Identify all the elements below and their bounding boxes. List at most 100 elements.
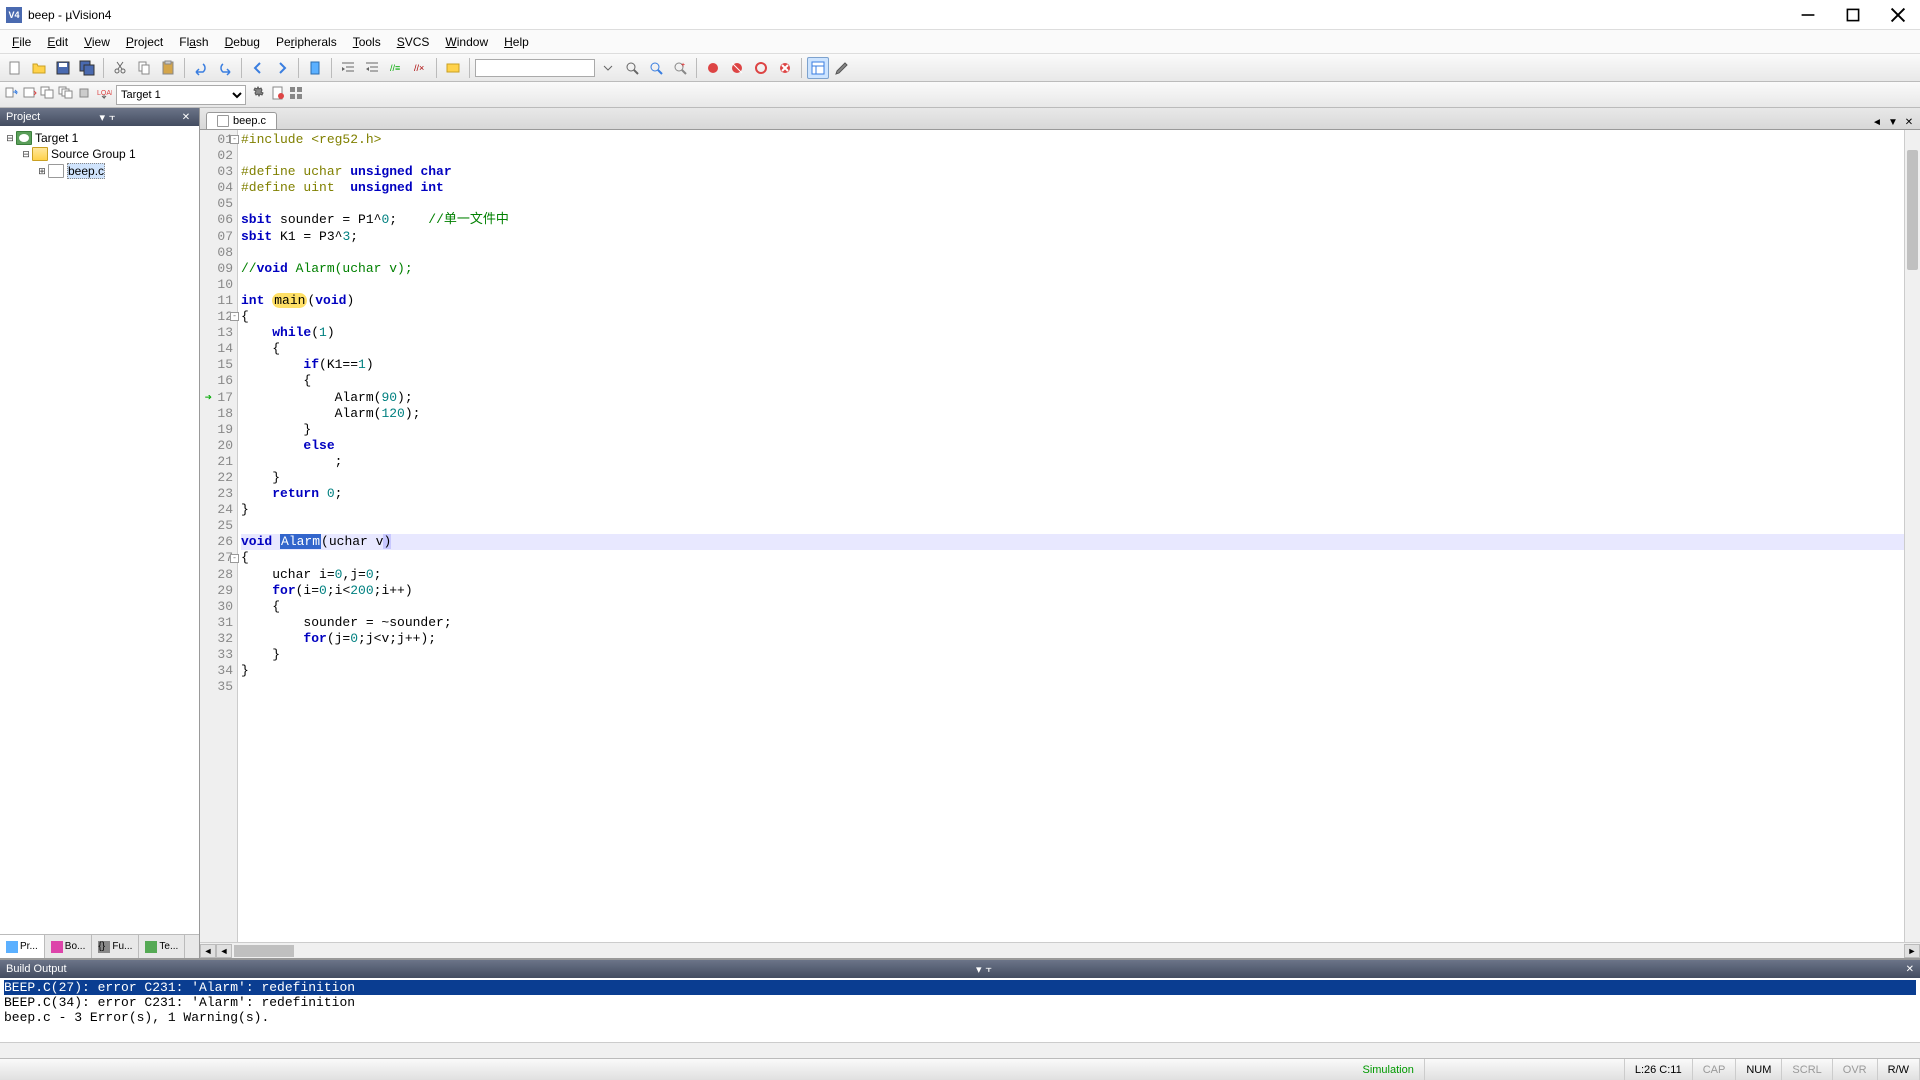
toolbar-build: LOAD Target 1: [0, 82, 1920, 108]
titlebar: V4 beep - µVision4: [0, 0, 1920, 30]
target-select[interactable]: Target 1: [116, 85, 246, 105]
project-tab-project[interactable]: Pr...: [0, 935, 45, 958]
translate-button[interactable]: [4, 85, 20, 104]
menu-peripherals[interactable]: Peripherals: [268, 32, 345, 52]
scroll-right-button[interactable]: ►: [1904, 944, 1920, 958]
rebuild-button[interactable]: [40, 85, 56, 104]
uncomment-button[interactable]: //×: [409, 57, 431, 79]
file-icon: [217, 115, 229, 127]
build-output-close-button[interactable]: ✕: [1906, 964, 1914, 975]
menu-file[interactable]: File: [4, 32, 39, 52]
comment-button[interactable]: //≡: [385, 57, 407, 79]
file-extensions-button[interactable]: [270, 85, 286, 104]
redo-button[interactable]: [214, 57, 236, 79]
build-button[interactable]: [22, 85, 38, 104]
menu-svcs[interactable]: SVCS: [389, 32, 438, 52]
editor-tabs: beep.c ◄ ▼ ✕: [200, 108, 1920, 130]
breakpoint-insert-button[interactable]: [726, 57, 748, 79]
manage-components-button[interactable]: [288, 85, 304, 104]
toolbar-main: //≡ //× +: [0, 54, 1920, 82]
tree-target-label: Target 1: [35, 131, 78, 145]
tree-group-node[interactable]: ⊟ Source Group 1: [20, 146, 195, 162]
stop-build-button[interactable]: [76, 85, 92, 104]
menu-flash[interactable]: Flash: [171, 32, 216, 52]
find-in-files-button[interactable]: [645, 57, 667, 79]
tree-target-node[interactable]: ⊟ Target 1: [4, 130, 195, 146]
file-icon: [48, 164, 64, 178]
status-cursor-pos: L:26 C:11: [1625, 1059, 1693, 1080]
find-dropdown[interactable]: [597, 57, 619, 79]
project-tab-templates[interactable]: Te...: [139, 935, 185, 958]
svg-text:+: +: [681, 62, 685, 69]
project-tab-books[interactable]: Bo...: [45, 935, 93, 958]
maximize-button[interactable]: [1830, 0, 1875, 30]
editor-scrollbar-h[interactable]: ◄ ◄ ►: [200, 942, 1920, 958]
svg-text://≡: //≡: [390, 63, 400, 73]
tree-toggle-icon[interactable]: ⊞: [36, 166, 48, 177]
incremental-find-button[interactable]: +: [669, 57, 691, 79]
build-output-title: Build Output: [6, 963, 67, 975]
editor-tab-label: beep.c: [233, 115, 266, 127]
status-ovr: OVR: [1833, 1059, 1878, 1080]
indent-button[interactable]: [337, 57, 359, 79]
editor-gutter: 0102030405060708091011121314151617181920…: [200, 130, 238, 942]
status-scrl: SCRL: [1782, 1059, 1832, 1080]
breakpoint-enable-button[interactable]: [750, 57, 772, 79]
menu-tools[interactable]: Tools: [345, 32, 389, 52]
find-next-button[interactable]: [621, 57, 643, 79]
menu-window[interactable]: Window: [437, 32, 496, 52]
editor-code[interactable]: #include <reg52.h>#define uchar unsigned…: [238, 130, 1920, 942]
project-panel: Project ▾ ⫟ ✕ ⊟ Target 1 ⊟ Source Group …: [0, 108, 200, 958]
menu-debug[interactable]: Debug: [217, 32, 268, 52]
editor-tab-prev-button[interactable]: ◄: [1870, 115, 1884, 129]
minimize-button[interactable]: [1785, 0, 1830, 30]
close-button[interactable]: [1875, 0, 1920, 30]
copy-button[interactable]: [133, 57, 155, 79]
open-file-button[interactable]: [28, 57, 50, 79]
debug-start-button[interactable]: [702, 57, 724, 79]
scroll-left-button[interactable]: ◄: [200, 944, 216, 958]
project-panel-pin-icon[interactable]: ⫟: [109, 111, 116, 124]
back-button[interactable]: [247, 57, 269, 79]
build-output-scrollbar[interactable]: [0, 1042, 1920, 1058]
save-button[interactable]: [52, 57, 74, 79]
editor-body[interactable]: 0102030405060708091011121314151617181920…: [200, 130, 1920, 942]
download-button[interactable]: LOAD: [96, 85, 112, 104]
build-output-body[interactable]: BEEP.C(27): error C231: 'Alarm': redefin…: [0, 978, 1920, 1042]
menu-help[interactable]: Help: [496, 32, 537, 52]
batch-build-button[interactable]: [58, 85, 74, 104]
scroll-left2-button[interactable]: ◄: [216, 944, 232, 958]
project-panel-dropdown-icon[interactable]: ▾: [100, 111, 106, 124]
tree-toggle-icon[interactable]: ⊟: [4, 133, 16, 144]
build-output-pin-icon[interactable]: ⫟: [986, 963, 993, 976]
tree-group-label: Source Group 1: [51, 147, 136, 161]
editor-tab-close-button[interactable]: ✕: [1902, 115, 1916, 129]
editor-tab-beepc[interactable]: beep.c: [206, 112, 277, 129]
build-output-dropdown-icon[interactable]: ▾: [976, 963, 982, 976]
forward-button[interactable]: [271, 57, 293, 79]
svg-text://×: //×: [414, 63, 424, 73]
tree-toggle-icon[interactable]: ⊟: [20, 149, 32, 160]
project-panel-close-button[interactable]: ✕: [179, 110, 193, 124]
tree-file-node[interactable]: ⊞ beep.c: [36, 162, 195, 180]
editor-scrollbar-v[interactable]: [1904, 130, 1920, 942]
save-all-button[interactable]: [76, 57, 98, 79]
cut-button[interactable]: [109, 57, 131, 79]
bookmark-button[interactable]: [304, 57, 326, 79]
menu-view[interactable]: View: [76, 32, 118, 52]
breakpoint-kill-button[interactable]: [774, 57, 796, 79]
editor-tab-menu-button[interactable]: ▼: [1886, 115, 1900, 129]
macro-button[interactable]: [442, 57, 464, 79]
project-tree[interactable]: ⊟ Target 1 ⊟ Source Group 1 ⊞ beep.c: [0, 126, 199, 934]
window-layout-button[interactable]: [807, 57, 829, 79]
options-target-button[interactable]: [250, 85, 266, 104]
project-tab-functions[interactable]: {}Fu...: [92, 935, 139, 958]
menu-project[interactable]: Project: [118, 32, 171, 52]
new-file-button[interactable]: [4, 57, 26, 79]
outdent-button[interactable]: [361, 57, 383, 79]
paste-button[interactable]: [157, 57, 179, 79]
undo-button[interactable]: [190, 57, 212, 79]
menu-edit[interactable]: Edit: [39, 32, 76, 52]
configure-button[interactable]: [831, 57, 853, 79]
find-input[interactable]: [475, 59, 595, 77]
